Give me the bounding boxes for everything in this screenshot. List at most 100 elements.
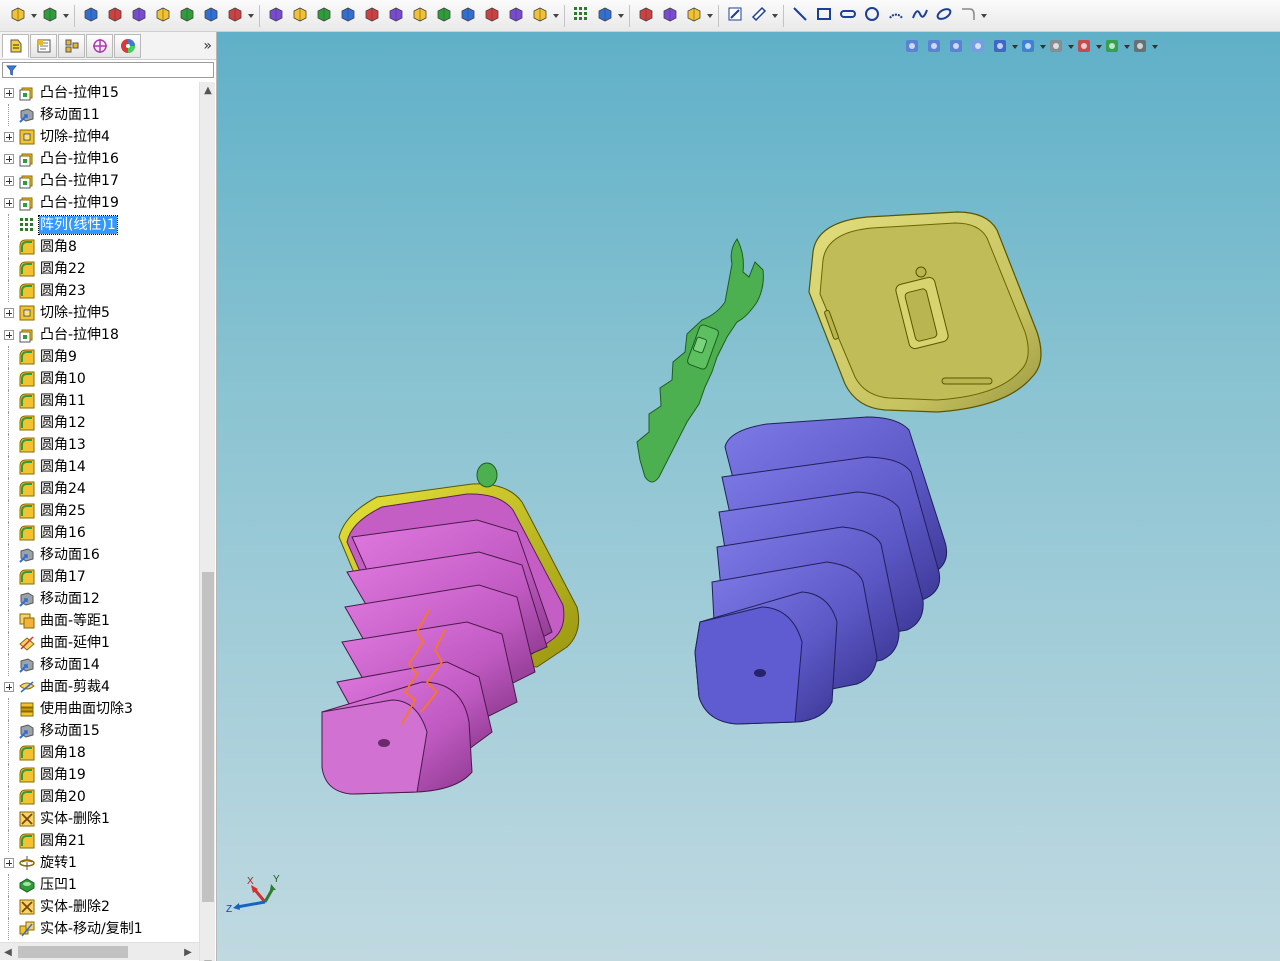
feature-tree-item[interactable]: 压凹1 [0,874,200,896]
panel-expand-button[interactable]: » [203,38,212,54]
fillet-button[interactable] [224,5,246,27]
expand-toggle[interactable] [4,198,14,208]
feature-tree-item[interactable]: 圆角9 [0,346,200,368]
cut-extrude-button[interactable] [39,5,61,27]
feature-tree-item[interactable]: 圆角22 [0,258,200,280]
expand-toggle[interactable] [4,330,14,340]
graphics-area[interactable]: X Y Z [217,32,1280,961]
feature-tree-item[interactable]: 切除-拉伸4 [0,126,200,148]
pink-body-part[interactable] [321,462,580,795]
feature-tree-item[interactable]: 圆角19 [0,764,200,786]
boss-extrude-button[interactable] [7,5,29,27]
hscroll-thumb[interactable] [18,946,128,958]
feature-tree-item[interactable]: 曲面-等距1 [0,610,200,632]
expand-toggle[interactable] [4,858,14,868]
feature-tree-item[interactable]: 移动面15 [0,720,200,742]
feature-tree-item[interactable]: 圆角13 [0,434,200,456]
boundary-surface-button[interactable] [361,5,383,27]
expand-toggle[interactable] [4,154,14,164]
feature-tree-item[interactable]: 圆角16 [0,522,200,544]
fill-surface-button[interactable] [385,5,407,27]
slot-button[interactable] [837,5,859,27]
reference-geometry-button[interactable] [635,5,657,27]
view-settings-icon[interactable] [1132,38,1150,56]
chevron-down-icon[interactable] [247,5,255,27]
feature-tree-item[interactable]: 圆角23 [0,280,200,302]
feature-tree-item[interactable]: 移动面16 [0,544,200,566]
tree-vertical-scrollbar[interactable]: ▲ ▼ [199,82,215,961]
feature-tree-item[interactable]: 圆角18 [0,742,200,764]
feature-tree-item[interactable]: 凸台-拉伸18 [0,324,200,346]
feature-tree-item[interactable]: 曲面-剪裁4 [0,676,200,698]
feature-tree-item[interactable]: 圆角12 [0,412,200,434]
feature-tree-item[interactable]: 实体-移动/复制1 [0,918,200,940]
feature-tree-item[interactable]: 移动面14 [0,654,200,676]
circle-button[interactable] [861,5,883,27]
feature-tree-item[interactable]: 凸台-拉伸15 [0,82,200,104]
scroll-left-arrow[interactable]: ◀ [0,943,16,961]
feature-tree-item[interactable]: 移动面12 [0,588,200,610]
feature-tree-item[interactable]: 实体-删除2 [0,896,200,918]
dimxpert-manager-tab[interactable] [86,33,113,58]
feature-tree-item[interactable]: 阵列(线性)1 [0,214,200,236]
chevron-down-icon[interactable] [1068,38,1074,56]
chevron-down-icon[interactable] [1012,38,1018,56]
curves-button[interactable] [659,5,681,27]
chevron-down-icon[interactable] [706,5,714,27]
trim-entities-button[interactable] [957,5,979,27]
ellipse-button[interactable] [933,5,955,27]
chevron-down-icon[interactable] [771,5,779,27]
offset-surface-button[interactable] [409,5,431,27]
linear-pattern-button[interactable] [570,5,592,27]
feature-tree-item[interactable]: 圆角20 [0,786,200,808]
expand-toggle[interactable] [4,682,14,692]
feature-tree-item[interactable]: 圆角10 [0,368,200,390]
feature-tree-item[interactable]: 圆角8 [0,236,200,258]
feature-tree-item[interactable]: 切除-拉伸5 [0,302,200,324]
yellow-lid-part[interactable] [808,211,1042,413]
zoom-to-fit-icon[interactable] [904,38,922,56]
revolve-surface-button[interactable] [289,5,311,27]
trim-surface-button[interactable] [457,5,479,27]
arc-button[interactable] [885,5,907,27]
feature-tree-item[interactable]: 曲面-延伸1 [0,632,200,654]
feature-tree-item[interactable]: 实体-删除1 [0,808,200,830]
cut-with-surface-button[interactable] [505,5,527,27]
configuration-manager-tab[interactable] [58,33,85,58]
spline-button[interactable] [909,5,931,27]
feature-tree-item[interactable]: 凸台-拉伸17 [0,170,200,192]
chevron-down-icon[interactable] [1040,38,1046,56]
sketch-button[interactable] [724,5,746,27]
scroll-down-arrow[interactable]: ▼ [200,956,216,961]
scroll-right-arrow[interactable]: ▶ [180,943,196,961]
loft-button[interactable] [176,5,198,27]
feature-tree-item[interactable]: 移动面11 [0,104,200,126]
feature-tree-item[interactable]: 圆角11 [0,390,200,412]
extend-surface-button[interactable] [433,5,455,27]
chevron-down-icon[interactable] [1152,38,1158,56]
chevron-down-icon[interactable] [980,5,988,27]
tree-horizontal-scrollbar[interactable]: ◀ ▶ [0,942,199,960]
feature-tree-item[interactable]: 凸台-拉伸16 [0,148,200,170]
feature-tree-item[interactable]: 圆角17 [0,566,200,588]
boss-button[interactable] [104,5,126,27]
apply-scene-icon[interactable] [1104,38,1122,56]
display-style-icon[interactable] [1020,38,1038,56]
sweep-surface-button[interactable] [313,5,335,27]
move-face-button[interactable] [80,5,102,27]
feature-tree-item[interactable]: 凸台-拉伸19 [0,192,200,214]
feature-tree-item[interactable]: 旋转1 [0,852,200,874]
expand-toggle[interactable] [4,88,14,98]
zoom-to-area-icon[interactable] [926,38,944,56]
hide-show-items-icon[interactable] [1048,38,1066,56]
sweep-button[interactable] [152,5,174,27]
previous-view-icon[interactable] [948,38,966,56]
rectangle-button[interactable] [813,5,835,27]
feature-tree-item[interactable]: 圆角21 [0,830,200,852]
boundary-button[interactable] [200,5,222,27]
thicken-button[interactable] [481,5,503,27]
expand-toggle[interactable] [4,308,14,318]
chevron-down-icon[interactable] [30,5,38,27]
expand-toggle[interactable] [4,176,14,186]
display-manager-tab[interactable] [114,33,141,58]
